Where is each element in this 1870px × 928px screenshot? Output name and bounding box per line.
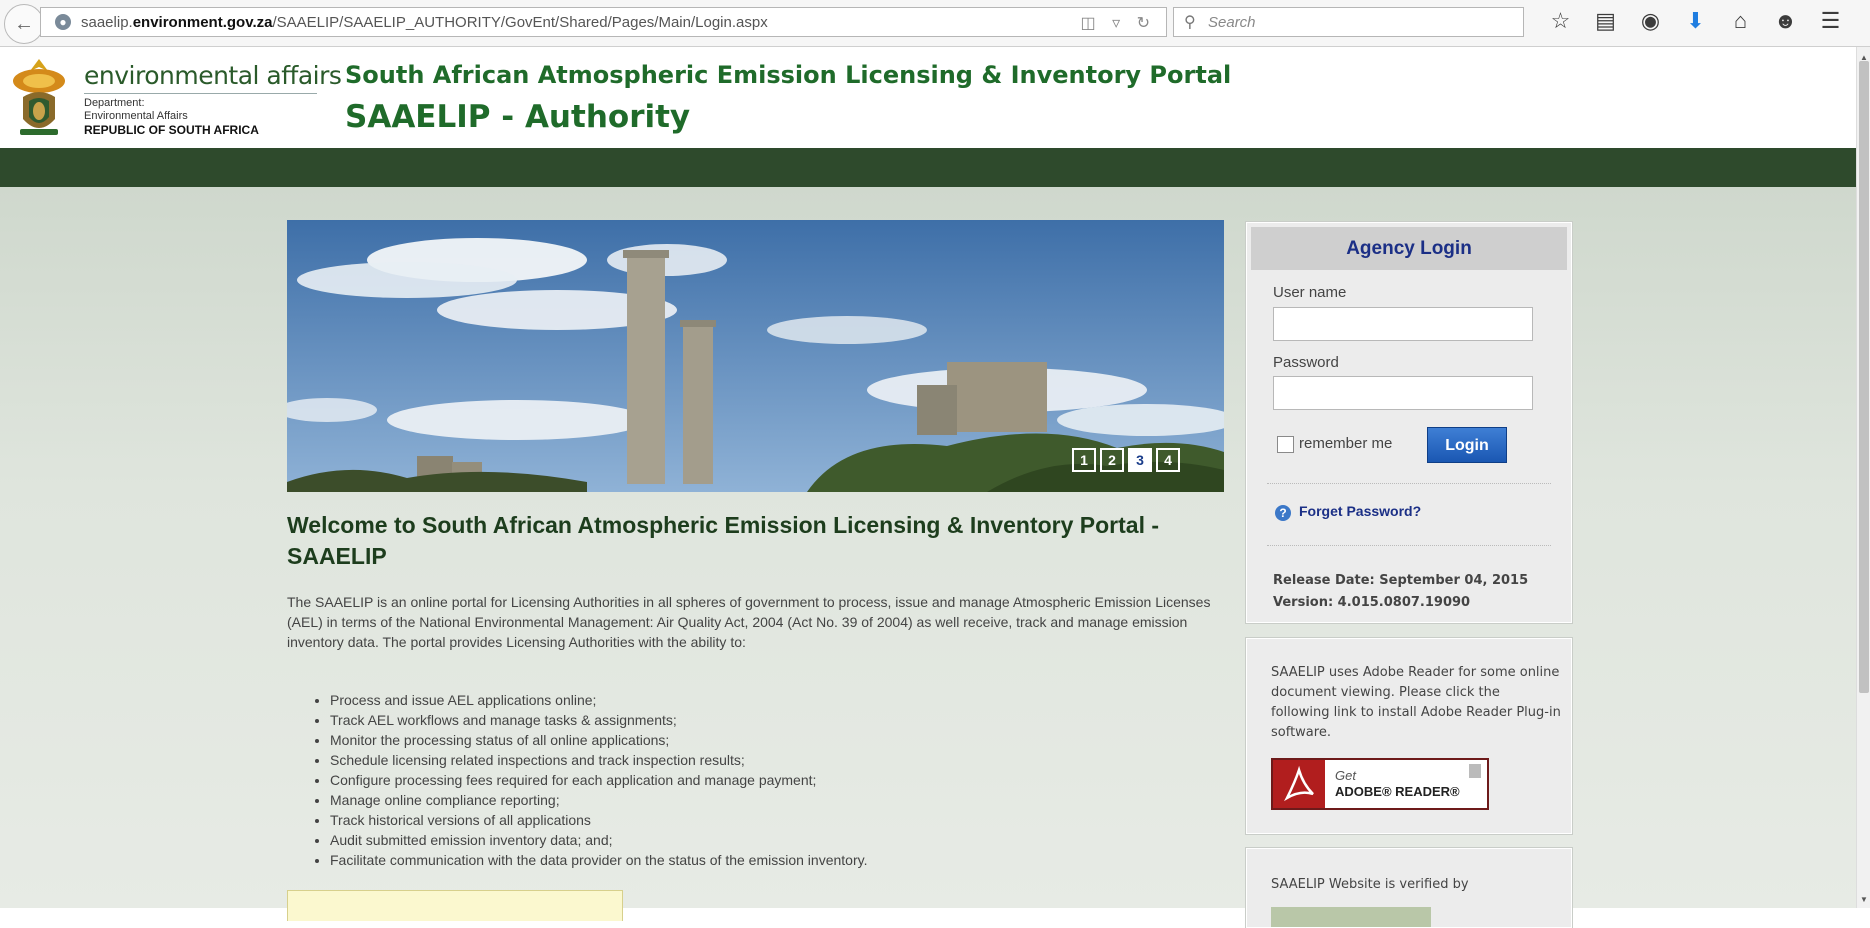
- list-item: Configure processing fees required for e…: [330, 770, 1230, 790]
- verification-panel: SAAELIP Website is verified by: [1245, 847, 1573, 928]
- department-divider: [84, 93, 317, 94]
- download-icon[interactable]: ⬇: [1673, 8, 1718, 34]
- banner-page-2[interactable]: 2: [1100, 448, 1124, 472]
- reading-list-icon[interactable]: ▤: [1583, 8, 1628, 34]
- banner-page-3[interactable]: 3: [1128, 448, 1152, 472]
- scroll-down-icon[interactable]: ▼: [1860, 895, 1868, 904]
- verification-badge[interactable]: [1271, 907, 1431, 927]
- browser-toolbar: ← ● saaelip.environment.gov.za/SAAELIP/S…: [0, 0, 1870, 47]
- country-name: REPUBLIC OF SOUTH AFRICA: [84, 123, 259, 137]
- divider: [1267, 483, 1551, 484]
- adobe-reader-panel: SAAELIP uses Adobe Reader for some onlin…: [1245, 637, 1573, 835]
- pocket-icon[interactable]: ◉: [1628, 8, 1673, 34]
- list-item: Track historical versions of all applica…: [330, 810, 1230, 830]
- intro-paragraph: The SAAELIP is an online portal for Lice…: [287, 594, 1211, 650]
- banner-slideshow: 1 2 3 4: [287, 220, 1224, 492]
- search-icon: ⚲: [1184, 14, 1196, 31]
- feature-list: Process and issue AEL applications onlin…: [310, 690, 1230, 870]
- search-placeholder: Search: [1208, 14, 1256, 31]
- page-scrollbar[interactable]: ▲ ▼: [1856, 47, 1870, 908]
- main-content: 1 2 3 4 Welcome to South African Atmosph…: [0, 187, 1856, 928]
- toolbar-icons: ☆ ▤ ◉ ⬇ ⌂ ☻ ☰: [1538, 8, 1853, 34]
- portal-subtitle: SAAELIP - Authority: [345, 99, 691, 135]
- reader-reload-icons[interactable]: ◫ ▿ ↻: [1081, 13, 1156, 33]
- login-title: Agency Login: [1251, 227, 1567, 270]
- list-item: Audit submitted emission inventory data;…: [330, 830, 1230, 850]
- site-header: environmental affairs Department: Enviro…: [0, 47, 1856, 148]
- list-item: Monitor the processing status of all onl…: [330, 730, 1230, 750]
- address-bar[interactable]: ● saaelip.environment.gov.za/SAAELIP/SAA…: [40, 7, 1167, 37]
- forget-password-link[interactable]: Forget Password?: [1299, 503, 1421, 519]
- adobe-reader-label: ADOBE® READER®: [1335, 784, 1460, 799]
- url-text[interactable]: saaelip.environment.gov.za/SAAELIP/SAAEL…: [81, 14, 768, 31]
- list-item: Facilitate communication with the data p…: [330, 850, 1230, 870]
- remember-me-checkbox[interactable]: [1277, 436, 1294, 453]
- username-label: User name: [1273, 284, 1347, 301]
- release-date: Release Date: September 04, 2015: [1273, 573, 1529, 588]
- scrollbar-thumb[interactable]: [1859, 61, 1869, 693]
- list-item: Process and issue AEL applications onlin…: [330, 690, 1230, 710]
- menu-icon[interactable]: ☰: [1808, 8, 1853, 34]
- banner-page-4[interactable]: 4: [1156, 448, 1180, 472]
- globe-icon: ●: [55, 14, 71, 30]
- divider: [1267, 545, 1551, 546]
- list-item: Manage online compliance reporting;: [330, 790, 1230, 810]
- login-button[interactable]: Login: [1427, 427, 1507, 463]
- version-info: Version: 4.015.0807.19090: [1273, 595, 1471, 610]
- adobe-info-text: SAAELIP uses Adobe Reader for some onlin…: [1271, 665, 1561, 740]
- list-item: Track AEL workflows and manage tasks & a…: [330, 710, 1230, 730]
- coat-of-arms-icon: [13, 59, 65, 135]
- username-input[interactable]: [1273, 307, 1533, 341]
- chat-icon[interactable]: ☻: [1763, 8, 1808, 34]
- remember-me-label[interactable]: remember me: [1299, 435, 1392, 452]
- help-icon[interactable]: ?: [1275, 505, 1291, 521]
- download-arrow-icon: [1469, 764, 1481, 778]
- adobe-logo-icon: [1273, 760, 1325, 808]
- back-button[interactable]: ←: [4, 4, 44, 44]
- bookmark-star-icon[interactable]: ☆: [1538, 8, 1583, 34]
- verification-text: SAAELIP Website is verified by: [1271, 877, 1469, 892]
- nav-bar: [0, 148, 1856, 187]
- banner-page-1[interactable]: 1: [1072, 448, 1096, 472]
- notice-box: [287, 890, 623, 921]
- adobe-get-label: Get: [1335, 768, 1356, 783]
- banner-pager: 1 2 3 4: [1072, 448, 1180, 472]
- password-label: Password: [1273, 354, 1339, 371]
- back-arrow-icon: ←: [14, 12, 34, 35]
- department-name: Environmental Affairs: [84, 110, 188, 122]
- department-label: Department:: [84, 97, 145, 109]
- department-title: environmental affairs: [84, 61, 342, 90]
- portal-title: South African Atmospheric Emission Licen…: [345, 61, 1232, 89]
- list-item: Schedule licensing related inspections a…: [330, 750, 1230, 770]
- agency-login-panel: Agency Login User name Password remember…: [1245, 221, 1573, 624]
- search-box[interactable]: ⚲ Search: [1173, 7, 1524, 37]
- password-input[interactable]: [1273, 376, 1533, 410]
- welcome-heading: Welcome to South African Atmospheric Emi…: [287, 512, 1160, 569]
- home-icon[interactable]: ⌂: [1718, 8, 1763, 34]
- get-adobe-reader-button[interactable]: Get ADOBE® READER®: [1271, 758, 1489, 810]
